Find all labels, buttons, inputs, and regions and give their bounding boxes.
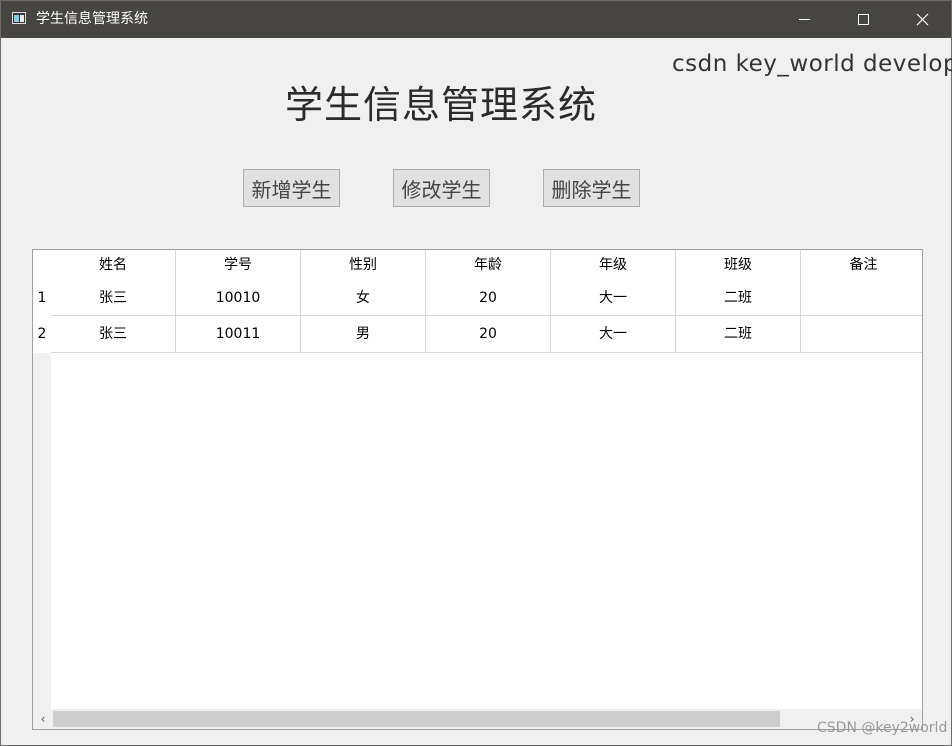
table-cell[interactable]: 10011	[176, 316, 301, 352]
table-cell[interactable]: 20	[426, 316, 551, 352]
app-icon	[12, 12, 26, 24]
table-corner	[33, 250, 51, 281]
column-header-name[interactable]: 姓名	[51, 250, 176, 281]
minimize-button[interactable]	[775, 1, 833, 38]
column-header-grade[interactable]: 年级	[551, 250, 676, 281]
table-cell[interactable]: 10010	[176, 281, 301, 315]
table-cell[interactable]	[801, 316, 922, 352]
table-cell[interactable]	[801, 281, 922, 315]
row-header-1[interactable]: 1	[33, 281, 51, 316]
table-cell[interactable]: 张三	[51, 316, 176, 352]
page-title: 学生信息管理系统	[285, 83, 598, 127]
column-header-class[interactable]: 班级	[676, 250, 801, 281]
table-row[interactable]: 张三 10011 男 20 大一 二班	[51, 316, 922, 353]
table-cell[interactable]: 男	[301, 316, 426, 352]
scroll-left-arrow-icon[interactable]: ‹	[33, 709, 53, 729]
maximize-button[interactable]	[834, 1, 892, 38]
author-watermark: csdn key_world develop	[672, 51, 952, 77]
table-cell[interactable]: 二班	[676, 316, 801, 352]
column-header-gender[interactable]: 性别	[301, 250, 426, 281]
table-row[interactable]: 张三 10010 女 20 大一 二班	[51, 281, 922, 316]
delete-student-button[interactable]: 删除学生	[543, 169, 640, 207]
horizontal-scrollbar[interactable]: ‹ ›	[33, 709, 922, 729]
column-header-remark[interactable]: 备注	[801, 250, 922, 281]
column-header-id[interactable]: 学号	[176, 250, 301, 281]
app-window: 学生信息管理系统 csdn key_world develop 学生信息管理系统…	[0, 0, 952, 746]
table-cell[interactable]: 20	[426, 281, 551, 315]
csdn-watermark: CSDN @key2world	[817, 720, 948, 736]
add-student-button[interactable]: 新增学生	[243, 169, 340, 207]
title-bar[interactable]: 学生信息管理系统	[1, 1, 951, 38]
scrollbar-thumb[interactable]	[53, 711, 780, 727]
row-header-2[interactable]: 2	[33, 316, 51, 353]
edit-student-button[interactable]: 修改学生	[393, 169, 490, 207]
student-table[interactable]: 姓名 学号 性别 年龄 年级 班级 备注 1 张三 10010 女 20 大一 …	[32, 249, 923, 730]
table-cell[interactable]: 女	[301, 281, 426, 315]
window-title: 学生信息管理系统	[36, 11, 148, 27]
close-icon	[916, 13, 928, 26]
column-header-age[interactable]: 年龄	[426, 250, 551, 281]
table-cell[interactable]: 二班	[676, 281, 801, 315]
maximize-icon	[857, 14, 869, 25]
table-cell[interactable]: 大一	[551, 316, 676, 352]
close-button[interactable]	[893, 1, 951, 38]
minimize-icon	[798, 19, 810, 20]
table-cell[interactable]: 张三	[51, 281, 176, 315]
table-cell[interactable]: 大一	[551, 281, 676, 315]
